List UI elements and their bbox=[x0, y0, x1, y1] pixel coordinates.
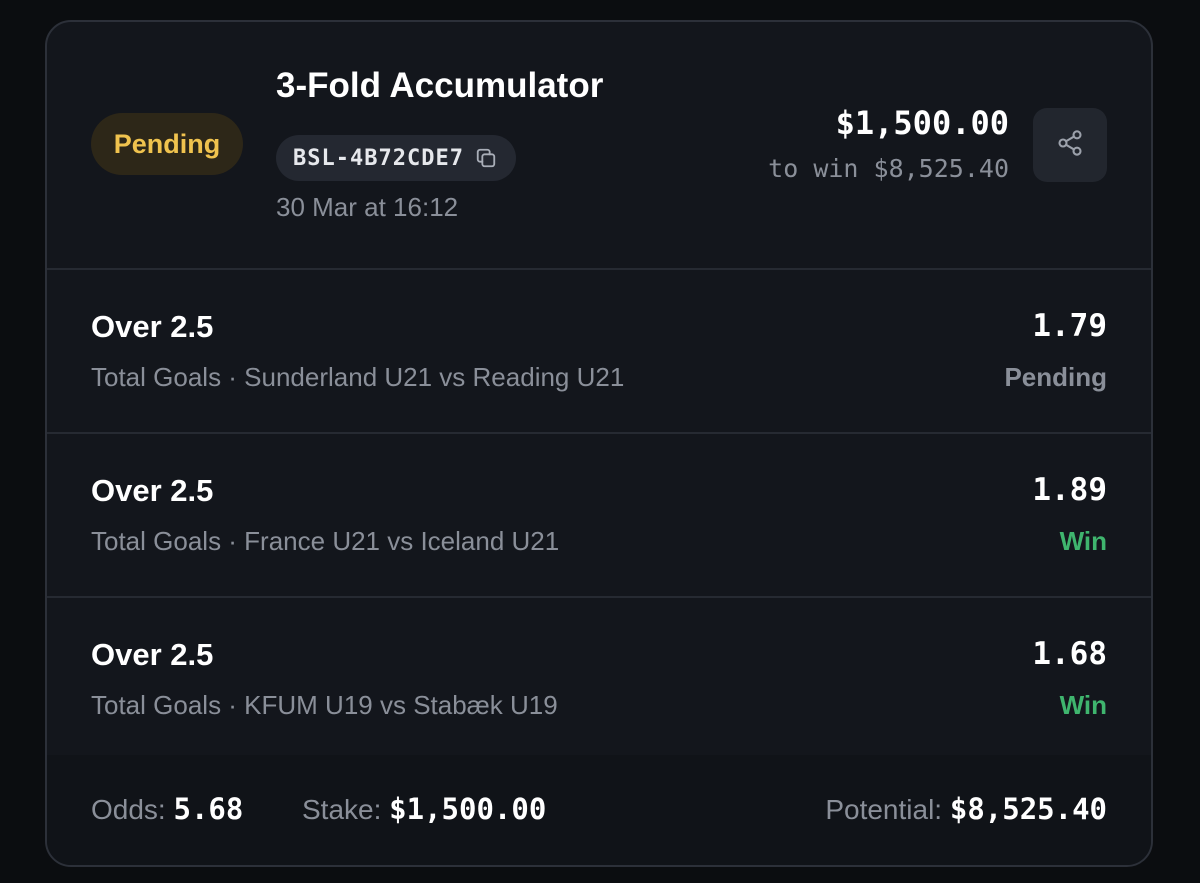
leg-odds: 1.68 bbox=[1032, 636, 1107, 672]
summary-odds: Odds: 5.68 bbox=[91, 792, 243, 826]
stake-amount: $1,500.00 bbox=[835, 104, 1009, 142]
odds-value: 5.68 bbox=[173, 792, 244, 826]
to-win-amount: to win $8,525.40 bbox=[768, 154, 1009, 183]
potential-label: Potential: bbox=[825, 794, 943, 825]
leg-description: Total Goals · Sunderland U21 vs Reading … bbox=[91, 362, 625, 392]
potential-value: $8,525.40 bbox=[949, 792, 1107, 826]
bet-leg: Over 2.5 Total Goals · Sunderland U21 vs… bbox=[47, 270, 1151, 434]
leg-description: Total Goals · France U21 vs Iceland U21 bbox=[91, 526, 560, 556]
bet-leg: Over 2.5 Total Goals · France U21 vs Ice… bbox=[47, 434, 1151, 598]
bet-date: 30 Mar at 16:12 bbox=[276, 192, 459, 222]
share-button[interactable] bbox=[1033, 108, 1107, 182]
leg-odds: 1.79 bbox=[1032, 308, 1107, 344]
leg-selection: Over 2.5 bbox=[91, 637, 214, 672]
bet-card: Pending 3-Fold Accumulator BSL-4B72CDE7 … bbox=[45, 20, 1153, 867]
bet-code: BSL-4B72CDE7 bbox=[293, 145, 464, 171]
leg-status: Win bbox=[1059, 526, 1107, 556]
stake-value: $1,500.00 bbox=[389, 792, 547, 826]
bet-code-pill[interactable]: BSL-4B72CDE7 bbox=[276, 135, 516, 181]
status-badge: Pending bbox=[91, 113, 243, 175]
bet-title: 3-Fold Accumulator bbox=[276, 66, 604, 105]
odds-label: Odds: bbox=[91, 794, 166, 825]
bet-leg: Over 2.5 Total Goals · KFUM U19 vs Stabæ… bbox=[47, 598, 1151, 762]
bet-summary-footer: Odds: 5.68 Stake: $1,500.00 Potential: $… bbox=[47, 755, 1151, 865]
leg-description: Total Goals · KFUM U19 vs Stabæk U19 bbox=[91, 690, 558, 720]
share-icon bbox=[1056, 129, 1084, 162]
leg-odds: 1.89 bbox=[1032, 472, 1107, 508]
stake-label: Stake: bbox=[302, 794, 382, 825]
summary-stake: Stake: $1,500.00 bbox=[302, 792, 546, 826]
summary-potential: Potential: $8,525.40 bbox=[825, 792, 1107, 826]
leg-selection: Over 2.5 bbox=[91, 309, 214, 344]
bet-header: Pending 3-Fold Accumulator BSL-4B72CDE7 … bbox=[47, 22, 1151, 270]
leg-selection: Over 2.5 bbox=[91, 473, 214, 508]
copy-icon[interactable] bbox=[474, 146, 498, 170]
leg-status: Win bbox=[1059, 690, 1107, 720]
leg-status: Pending bbox=[1004, 362, 1107, 392]
